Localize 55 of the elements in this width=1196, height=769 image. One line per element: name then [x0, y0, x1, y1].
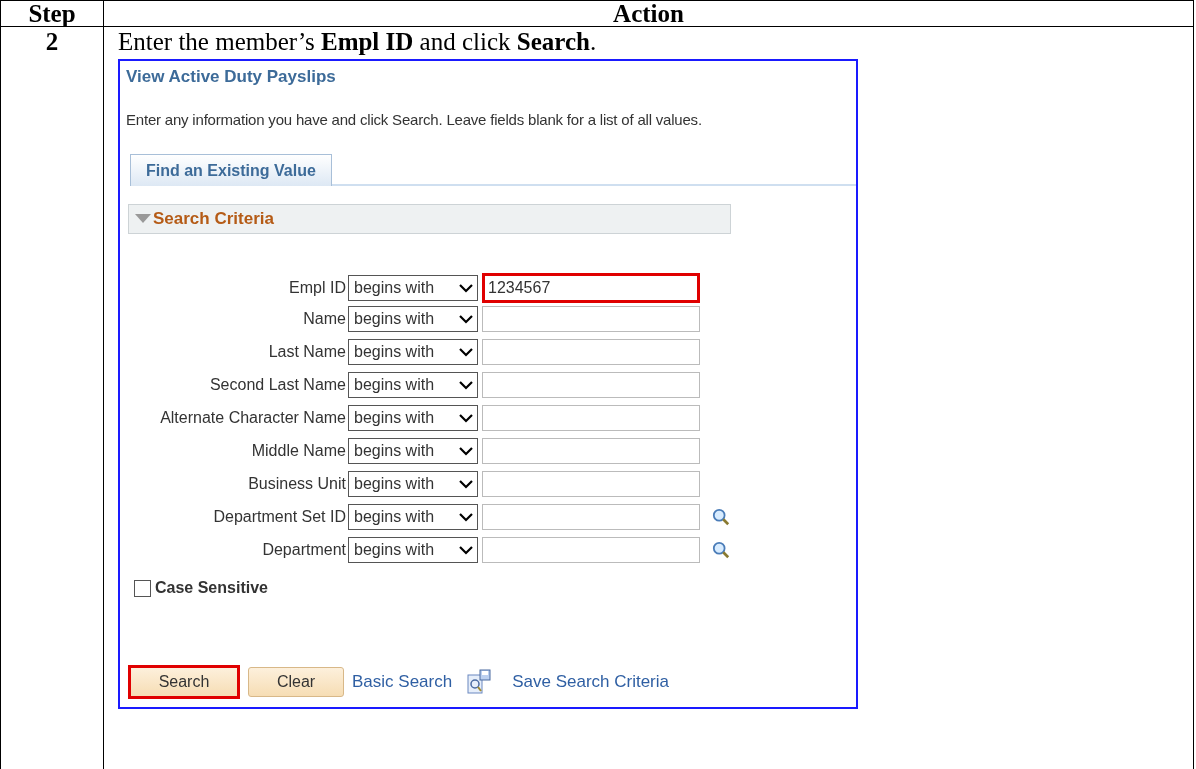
chevron-down-icon [459, 283, 473, 293]
input-field[interactable] [482, 471, 700, 497]
operator-dropdown[interactable]: begins with [348, 339, 478, 365]
column-header: Step [1, 1, 104, 27]
input-field[interactable] [482, 405, 700, 431]
input-field[interactable] [482, 537, 700, 563]
input-field[interactable] [482, 372, 700, 398]
column-header: Action [104, 1, 1193, 27]
chevron-down-icon [459, 512, 473, 522]
input-field[interactable]: 1234567 [482, 273, 700, 303]
instruction-text: Enter the member’s Empl ID and click Search. [118, 27, 598, 57]
checkbox[interactable] [134, 579, 151, 597]
field-label: Name [302, 310, 347, 328]
input-field[interactable] [482, 504, 700, 530]
search-icon[interactable] [712, 507, 730, 527]
operator-dropdown[interactable]: begins with [348, 438, 478, 464]
field-label: Department Set ID [212, 508, 347, 526]
operator-dropdown[interactable]: begins with [348, 275, 478, 301]
page-title: View Active Duty Payslips [126, 67, 337, 87]
link[interactable]: Save Search Criteria [512, 672, 669, 692]
intro-text: Enter any information you have and click Search. Leave fields blank for a list of all values. [126, 111, 703, 128]
page-with-disk-icon[interactable] [466, 669, 493, 695]
field-label: Business Unit [247, 475, 347, 493]
field-label: Empl ID [288, 279, 347, 297]
triangle-down-icon[interactable] [135, 214, 151, 224]
operator-dropdown[interactable]: begins with [348, 405, 478, 431]
link[interactable]: Basic Search [352, 672, 453, 692]
chevron-down-icon [459, 446, 473, 456]
action-button[interactable]: Search [128, 665, 240, 699]
field-label: Department [261, 541, 347, 559]
step-number: 2 [1, 27, 104, 769]
input-field[interactable] [482, 339, 700, 365]
field-label: Middle Name [250, 442, 347, 460]
search-icon[interactable] [712, 540, 730, 560]
section-header[interactable]: Search Criteria [128, 204, 731, 234]
tab[interactable]: Find an Existing Value [130, 154, 332, 186]
input-field[interactable] [482, 306, 700, 332]
operator-dropdown[interactable]: begins with [348, 504, 478, 530]
chevron-down-icon [459, 380, 473, 390]
operator-dropdown[interactable]: begins with [348, 537, 478, 563]
operator-dropdown[interactable]: begins with [348, 306, 478, 332]
chevron-down-icon [459, 413, 473, 423]
field-label: Last Name [267, 343, 347, 361]
chevron-down-icon [459, 314, 473, 324]
action-button[interactable]: Clear [248, 667, 344, 697]
section-title: Search Criteria [153, 209, 274, 229]
checkbox-label: Case Sensitive [155, 579, 268, 597]
field-label: Alternate Character Name [159, 409, 347, 427]
input-field[interactable] [482, 438, 700, 464]
operator-dropdown[interactable]: begins with [348, 372, 478, 398]
chevron-down-icon [459, 347, 473, 357]
chevron-down-icon [459, 479, 473, 489]
chevron-down-icon [459, 545, 473, 555]
operator-dropdown[interactable]: begins with [348, 471, 478, 497]
field-label: Second Last Name [208, 376, 347, 394]
